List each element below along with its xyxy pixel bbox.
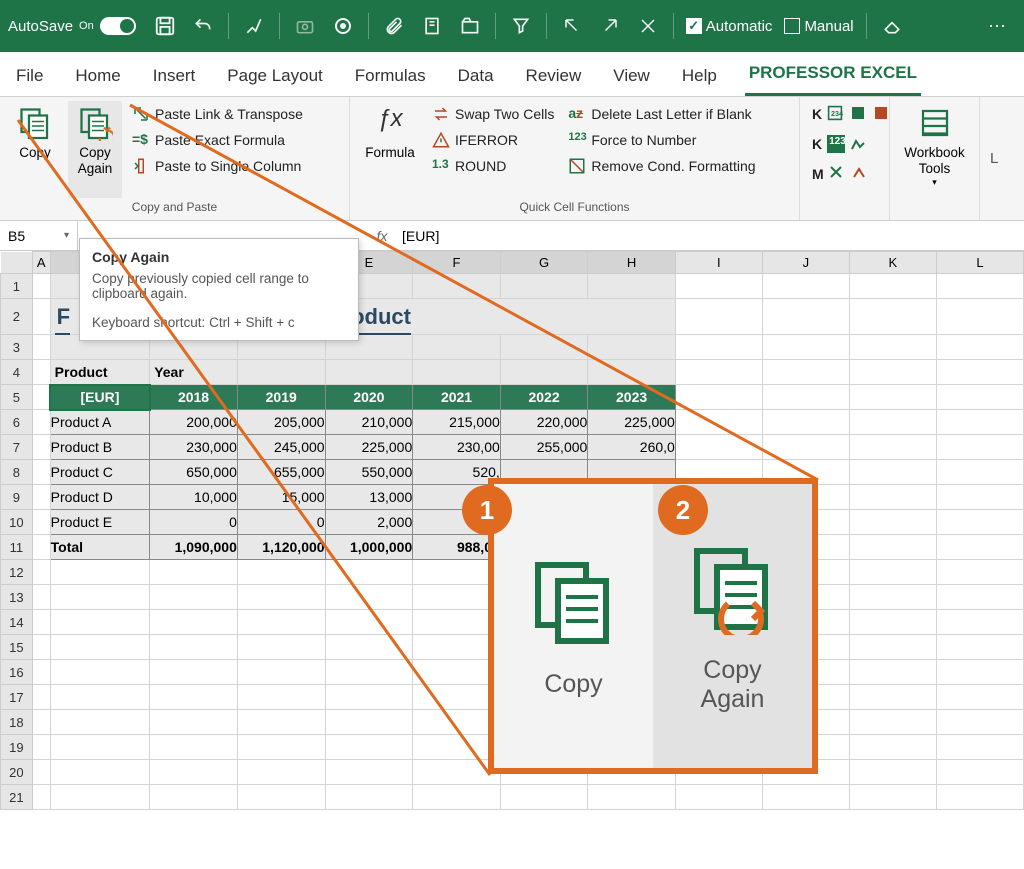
ribbon: Copy Copy Again Paste Link & Transpose =… <box>0 97 1024 221</box>
col-j[interactable]: J <box>762 252 849 274</box>
km-m[interactable]: M <box>808 161 895 187</box>
formula-input[interactable]: [EUR] <box>396 228 1024 244</box>
link-transpose-icon <box>132 105 150 123</box>
fx-icon: ƒx <box>372 105 408 141</box>
tooltip-title: Copy Again <box>92 249 346 265</box>
col-k[interactable]: K <box>849 252 936 274</box>
col-f[interactable]: F <box>413 252 501 274</box>
copy-icon-large <box>526 553 622 656</box>
tooltip-shortcut: Keyboard shortcut: Ctrl + Shift + c <box>92 315 346 330</box>
swap-two-cells[interactable]: Swap Two Cells <box>428 101 558 127</box>
col-a[interactable]: A <box>32 252 50 274</box>
copy-again-icon-large <box>685 539 781 642</box>
group-label-qcf: Quick Cell Functions <box>358 198 791 218</box>
paste-link-transpose[interactable]: Paste Link & Transpose <box>128 101 307 127</box>
workbook-tools[interactable]: Workbook Tools ▾ <box>898 101 971 212</box>
tab-file[interactable]: File <box>12 66 47 96</box>
force-to-number[interactable]: 123Force to Number <box>564 127 759 153</box>
toggle-switch[interactable] <box>100 17 136 35</box>
annotation-callout: Copy Copy Again <box>488 478 818 774</box>
page-icon[interactable] <box>419 13 445 39</box>
automatic-checkbox[interactable]: ✓Automatic <box>686 18 773 35</box>
tab-pagelayout[interactable]: Page Layout <box>223 66 326 96</box>
round-icon: 1.3 <box>432 157 450 175</box>
tab-review[interactable]: Review <box>522 66 586 96</box>
tab-insert[interactable]: Insert <box>149 66 200 96</box>
eraser-icon[interactable] <box>879 13 905 39</box>
copy-again-tooltip: Copy Again Copy previously copied cell r… <box>79 238 359 341</box>
copy-icon <box>17 105 53 141</box>
col-h[interactable]: H <box>588 252 676 274</box>
iferror[interactable]: IFERROR <box>428 127 558 153</box>
remove-cf-icon <box>568 157 586 175</box>
round[interactable]: 1.3ROUND <box>428 153 558 179</box>
arrow-tr-icon[interactable] <box>597 13 623 39</box>
arrow-cross-icon[interactable] <box>635 13 661 39</box>
product-header: Product <box>50 360 150 385</box>
km-k[interactable]: K234 <box>808 101 895 127</box>
tab-view[interactable]: View <box>609 66 654 96</box>
col-i[interactable]: I <box>675 252 762 274</box>
tab-professor-excel[interactable]: PROFESSOR EXCEL <box>745 63 921 96</box>
folder-icon[interactable] <box>457 13 483 39</box>
km-k2[interactable]: K123 <box>808 131 895 157</box>
swap-icon <box>432 105 450 123</box>
filter-icon[interactable] <box>508 13 534 39</box>
callout-copy: Copy <box>494 484 653 768</box>
paste-single-column[interactable]: Paste to Single Column <box>128 153 307 179</box>
title-bar: AutoSave On ✓Automatic Manual ⋯ <box>0 0 1024 52</box>
tab-home[interactable]: Home <box>71 66 124 96</box>
copy-button[interactable]: Copy <box>8 101 62 198</box>
paste-exact-formula[interactable]: =$Paste Exact Formula <box>128 127 307 153</box>
year-header: Year <box>150 360 238 385</box>
force-number-icon: 123 <box>568 131 586 149</box>
formula-icon: =$ <box>132 131 150 149</box>
ribbon-tabs: File Home Insert Page Layout Formulas Da… <box>0 52 1024 97</box>
iferror-icon <box>432 131 450 149</box>
delete-last-letter[interactable]: azDelete Last Letter if Blank <box>564 101 759 127</box>
autosave-state: On <box>79 20 94 32</box>
autosave-label: AutoSave <box>8 18 73 35</box>
single-column-icon <box>132 157 150 175</box>
tooltip-body: Copy previously copied cell range to cli… <box>92 271 346 301</box>
arrow-tl-icon[interactable] <box>559 13 585 39</box>
col-l[interactable]: L <box>936 252 1023 274</box>
camera-icon[interactable] <box>292 13 318 39</box>
annotation-badge-2: 2 <box>658 485 708 535</box>
annotation-badge-1: 1 <box>462 485 512 535</box>
tab-help[interactable]: Help <box>678 66 721 96</box>
tab-formulas[interactable]: Formulas <box>351 66 430 96</box>
delete-letter-icon: az <box>568 105 586 123</box>
save-icon[interactable] <box>152 13 178 39</box>
col-g[interactable]: G <box>500 252 588 274</box>
manual-checkbox[interactable]: Manual <box>784 18 853 35</box>
tab-data[interactable]: Data <box>454 66 498 96</box>
more-icon[interactable]: ⋯ <box>984 13 1010 39</box>
copy-again-button[interactable]: Copy Again <box>68 101 122 198</box>
group-label-copy-paste: Copy and Paste <box>8 198 341 218</box>
svg-text:234: 234 <box>831 109 843 118</box>
header-eur[interactable]: [EUR] <box>50 385 150 410</box>
attachment-icon[interactable] <box>381 13 407 39</box>
fx-label[interactable]: fx <box>368 228 396 244</box>
brush-icon[interactable] <box>241 13 267 39</box>
autosave-toggle[interactable]: AutoSave On <box>8 17 136 35</box>
copy-again-icon <box>77 105 113 141</box>
name-box[interactable]: B5▾ <box>0 221 78 250</box>
undo-icon[interactable] <box>190 13 216 39</box>
remove-cond-formatting[interactable]: Remove Cond. Formatting <box>564 153 759 179</box>
record-icon[interactable] <box>330 13 356 39</box>
workbook-icon <box>917 105 953 141</box>
formula-button[interactable]: ƒx Formula <box>358 101 422 198</box>
